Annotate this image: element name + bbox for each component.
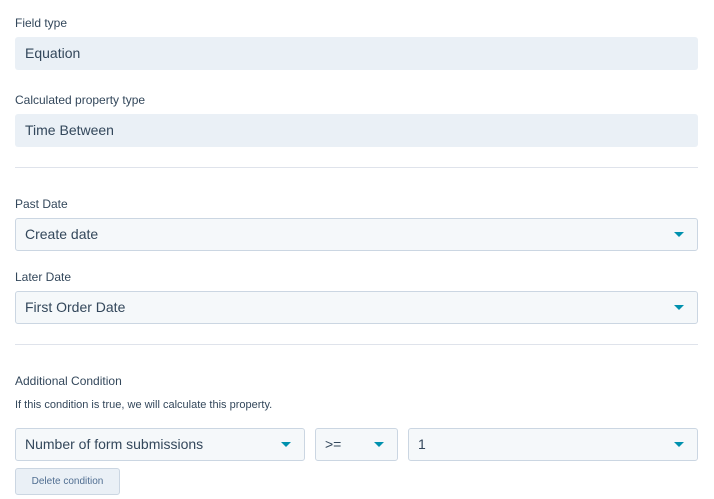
additional-condition-help: If this condition is true, we will calcu… (15, 399, 273, 411)
condition-property-select[interactable]: Number of form submissions (15, 428, 305, 461)
calculated-property-type-label: Calculated property type (15, 93, 146, 107)
condition-operator-select[interactable]: >= (315, 428, 398, 461)
later-date-label: Later Date (15, 270, 72, 284)
delete-condition-button[interactable]: Delete condition (15, 468, 120, 495)
condition-value-select[interactable]: 1 (408, 428, 698, 461)
field-type-value: Equation (15, 37, 698, 70)
condition-value-value: 1 (418, 436, 426, 452)
condition-operator-value: >= (325, 436, 342, 452)
section-divider (15, 167, 698, 168)
later-date-select[interactable]: First Order Date (15, 291, 698, 324)
past-date-select-value: Create date (25, 226, 99, 242)
calculated-property-type-value: Time Between (15, 114, 698, 147)
caret-down-icon (281, 442, 291, 447)
additional-condition-label: Additional Condition (15, 374, 122, 388)
caret-down-icon (674, 232, 684, 237)
field-type-label: Field type (15, 16, 68, 30)
condition-property-value: Number of form submissions (25, 436, 204, 452)
section-divider (15, 344, 698, 345)
past-date-select[interactable]: Create date (15, 218, 698, 251)
caret-down-icon (674, 442, 684, 447)
caret-down-icon (674, 305, 684, 310)
past-date-label: Past Date (15, 197, 68, 211)
caret-down-icon (374, 442, 384, 447)
later-date-select-value: First Order Date (25, 299, 126, 315)
